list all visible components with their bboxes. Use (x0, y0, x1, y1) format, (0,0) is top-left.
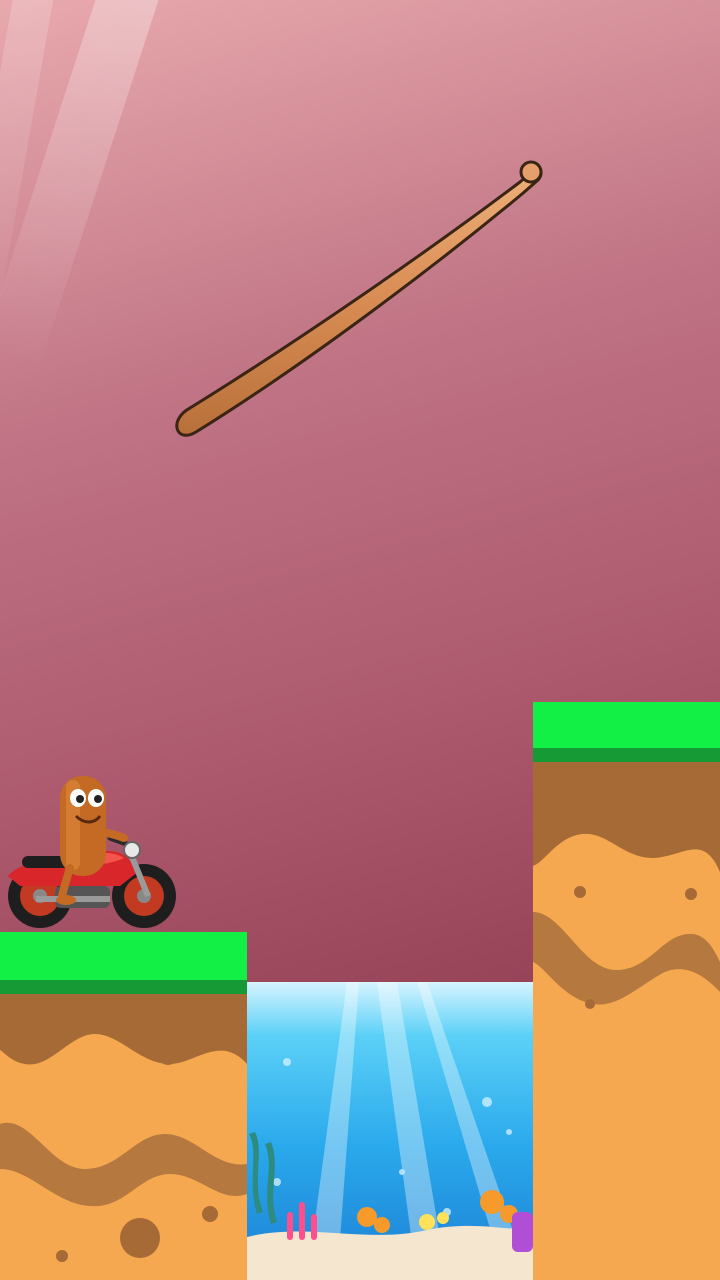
player-rider-on-motorcycle (8, 776, 176, 928)
right-ground-platform (533, 702, 720, 1280)
left-ground-platform (0, 932, 247, 1280)
grass-top (533, 702, 720, 748)
soil-block (533, 762, 720, 1280)
water-gap (247, 982, 533, 1280)
grass-edge (533, 748, 720, 762)
grass-edge (0, 980, 247, 994)
game-scene[interactable] (0, 0, 720, 1280)
grass-top (0, 932, 247, 980)
soil-block (0, 994, 247, 1280)
